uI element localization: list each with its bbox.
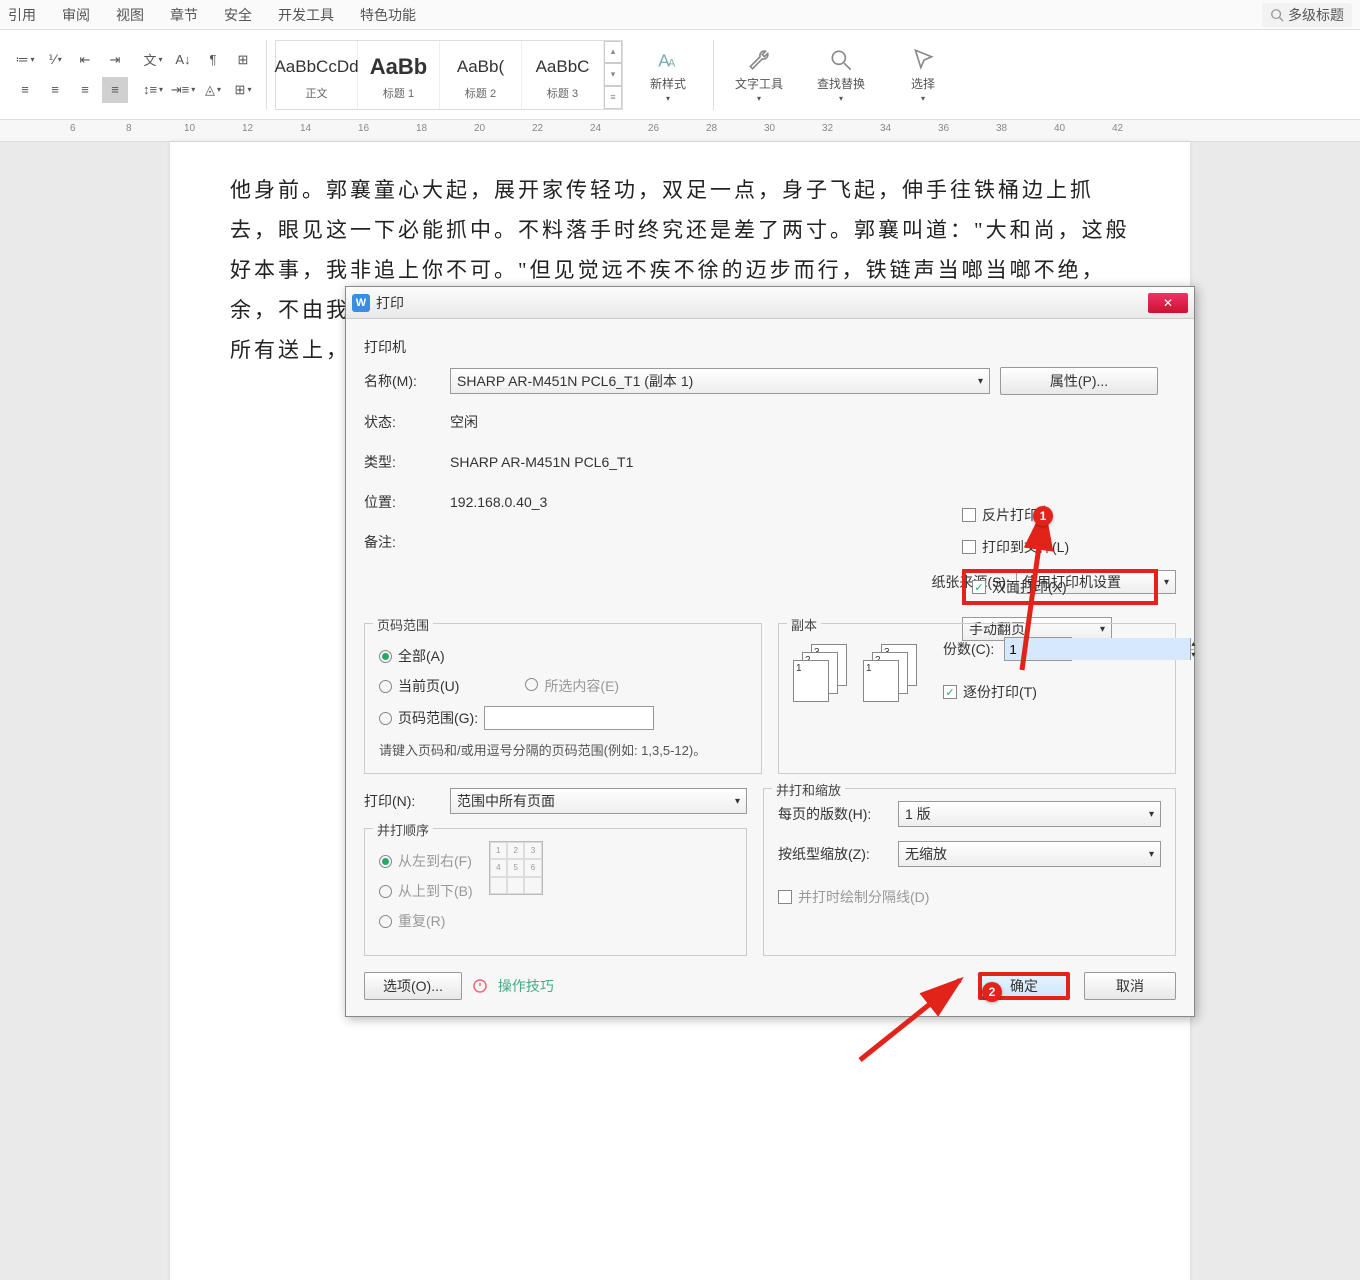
print-what-dropdown[interactable]: 范围中所有页面▾ xyxy=(450,788,747,814)
menu-devtools[interactable]: 开发工具 xyxy=(278,5,334,25)
style-normal[interactable]: AaBbCcDd正文 xyxy=(276,41,358,109)
comment-label: 备注: xyxy=(364,532,440,552)
scale-label: 按纸型缩放(Z): xyxy=(778,844,888,864)
shading-btn[interactable]: ◬▾ xyxy=(200,77,226,103)
order-preview-icon: 123456 xyxy=(489,841,543,895)
line-spacing-btn[interactable]: ↕≡▾ xyxy=(140,77,166,103)
align-justify-btn[interactable]: ≡ xyxy=(102,77,128,103)
select-btn[interactable]: 选择▾ xyxy=(882,40,964,110)
page-range-title: 页码范围 xyxy=(373,615,433,634)
text-direction-btn[interactable]: 文▾ xyxy=(140,47,166,73)
menu-security[interactable]: 安全 xyxy=(224,5,252,25)
annotation-badge-2: 2 xyxy=(982,982,1002,1002)
find-replace-btn[interactable]: 查找替换▾ xyxy=(800,40,882,110)
status-label: 状态: xyxy=(364,412,440,432)
search-icon xyxy=(1270,8,1284,22)
location-value: 192.168.0.40_3 xyxy=(450,494,547,510)
sort-btn[interactable]: A↓ xyxy=(170,47,196,73)
type-label: 类型: xyxy=(364,452,440,472)
menu-citation[interactable]: 引用 xyxy=(8,5,36,25)
paragraph-mark-btn[interactable]: ¶ xyxy=(200,47,226,73)
svg-text:A: A xyxy=(668,57,676,69)
menu-chapter[interactable]: 章节 xyxy=(170,5,198,25)
copies-title: 副本 xyxy=(787,615,821,634)
new-style-btn[interactable]: AA 新样式▾ xyxy=(627,40,709,110)
menu-view[interactable]: 视图 xyxy=(116,5,144,25)
bullet-list-btn[interactable]: ≔▾ xyxy=(12,47,38,73)
ribbon: ≔▾ ⅟▾ ⇤ ⇥ ≡ ≡ ≡ ≡ 文▾ A↓ ¶ ⊞ ↕≡▾ ⇥≡▾ ◬▾ ⊞… xyxy=(0,30,1360,120)
tips-icon xyxy=(472,978,488,994)
page-range-hint: 请键入页码和/或用逗号分隔的页码范围(例如: 1,3,5-12)。 xyxy=(379,740,747,759)
page-range-group: 页码范围 全部(A) 当前页(U) 所选内容(E) 页码范围(G): 请键入页码… xyxy=(364,623,762,774)
range-selection-radio: 所选内容(E) xyxy=(544,678,619,694)
print-dialog: W 打印 ✕ 打印机 名称(M): SHARP AR-M451N PCL6_T1… xyxy=(345,286,1195,1017)
per-page-label: 每页的版数(H): xyxy=(778,804,888,824)
outdent-btn[interactable]: ⇤ xyxy=(72,47,98,73)
indent-btn[interactable]: ⇥ xyxy=(102,47,128,73)
new-style-icon: AA xyxy=(655,47,681,73)
per-page-dropdown[interactable]: 1 版▾ xyxy=(898,801,1161,827)
dialog-titlebar[interactable]: W 打印 ✕ xyxy=(346,287,1194,319)
zoom-group: 并打和缩放 每页的版数(H): 1 版▾ 按纸型缩放(Z): 无缩放▾ 并打时绘… xyxy=(763,788,1176,956)
tips-link[interactable]: 操作技巧 xyxy=(498,976,554,996)
annotation-badge-1: 1 xyxy=(1033,506,1053,526)
style-heading2[interactable]: AaBb(标题 2 xyxy=(440,41,522,109)
collate-checkbox[interactable]: 逐份打印(T) xyxy=(943,682,1072,702)
dialog-title: 打印 xyxy=(376,293,404,313)
range-all-radio[interactable]: 全部(A) xyxy=(379,646,747,666)
type-value: SHARP AR-M451N PCL6_T1 xyxy=(450,454,633,470)
scale-dropdown[interactable]: 无缩放▾ xyxy=(898,841,1161,867)
location-label: 位置: xyxy=(364,492,440,512)
menubar: 引用 审阅 视图 章节 安全 开发工具 特色功能 多级标题 xyxy=(0,0,1360,30)
options-button[interactable]: 选项(O)... xyxy=(364,972,462,1000)
text-tools-btn[interactable]: 文字工具▾ xyxy=(718,40,800,110)
show-marks-btn[interactable]: ⊞ xyxy=(230,47,256,73)
status-value: 空闲 xyxy=(450,412,478,432)
printer-section-label: 打印机 xyxy=(364,337,1176,357)
align-center-btn[interactable]: ≡ xyxy=(42,77,68,103)
page-range-input[interactable] xyxy=(484,706,654,730)
tab-btn[interactable]: ⇥≡▾ xyxy=(170,77,196,103)
print-what-label: 打印(N): xyxy=(364,791,440,811)
numbered-list-btn[interactable]: ⅟▾ xyxy=(42,47,68,73)
collate-preview-icon: 321 321 xyxy=(793,644,923,700)
close-button[interactable]: ✕ xyxy=(1148,293,1188,313)
style-heading3[interactable]: AaBbC标题 3 xyxy=(522,41,604,109)
annotation-arrow-1 xyxy=(952,500,1062,680)
search-placeholder: 多级标题 xyxy=(1288,5,1344,25)
zoom-title: 并打和缩放 xyxy=(772,780,845,799)
styles-scroll[interactable]: ▴▾≡ xyxy=(604,41,622,109)
cursor-icon xyxy=(910,47,936,73)
order-ltr-radio: 从左到右(F) xyxy=(379,851,473,871)
align-right-btn[interactable]: ≡ xyxy=(72,77,98,103)
range-pages-radio[interactable]: 页码范围(G): xyxy=(379,706,747,730)
separator-checkbox: 并打时绘制分隔线(D) xyxy=(778,887,1161,907)
magnifier-icon xyxy=(828,47,854,73)
menu-review[interactable]: 审阅 xyxy=(62,5,90,25)
ruler: 681012141618202224262830323436384042 xyxy=(0,120,1360,142)
order-ttb-radio: 从上到下(B) xyxy=(379,881,473,901)
menu-special[interactable]: 特色功能 xyxy=(360,5,416,25)
align-left-btn[interactable]: ≡ xyxy=(12,77,38,103)
range-current-radio[interactable] xyxy=(379,680,392,693)
print-order-group: 并打顺序 从左到右(F) 从上到下(B) 重复(R) 123456 xyxy=(364,828,747,956)
printer-name-dropdown[interactable]: SHARP AR-M451N PCL6_T1 (副本 1)▾ xyxy=(450,368,990,394)
borders-btn[interactable]: ⊞▾ xyxy=(230,77,256,103)
wps-logo-icon: W xyxy=(352,294,370,312)
style-heading1[interactable]: AaBb标题 1 xyxy=(358,41,440,109)
annotation-arrow-2 xyxy=(830,970,990,1070)
wrench-icon xyxy=(746,47,772,73)
search-box[interactable]: 多级标题 xyxy=(1262,3,1352,27)
printer-name-label: 名称(M): xyxy=(364,371,440,391)
order-repeat-radio: 重复(R) xyxy=(379,911,473,931)
properties-button[interactable]: 属性(P)... xyxy=(1000,367,1158,395)
print-order-title: 并打顺序 xyxy=(373,820,433,839)
cancel-button[interactable]: 取消 xyxy=(1084,972,1176,1000)
styles-gallery: AaBbCcDd正文 AaBb标题 1 AaBb(标题 2 AaBbC标题 3 … xyxy=(275,40,623,110)
